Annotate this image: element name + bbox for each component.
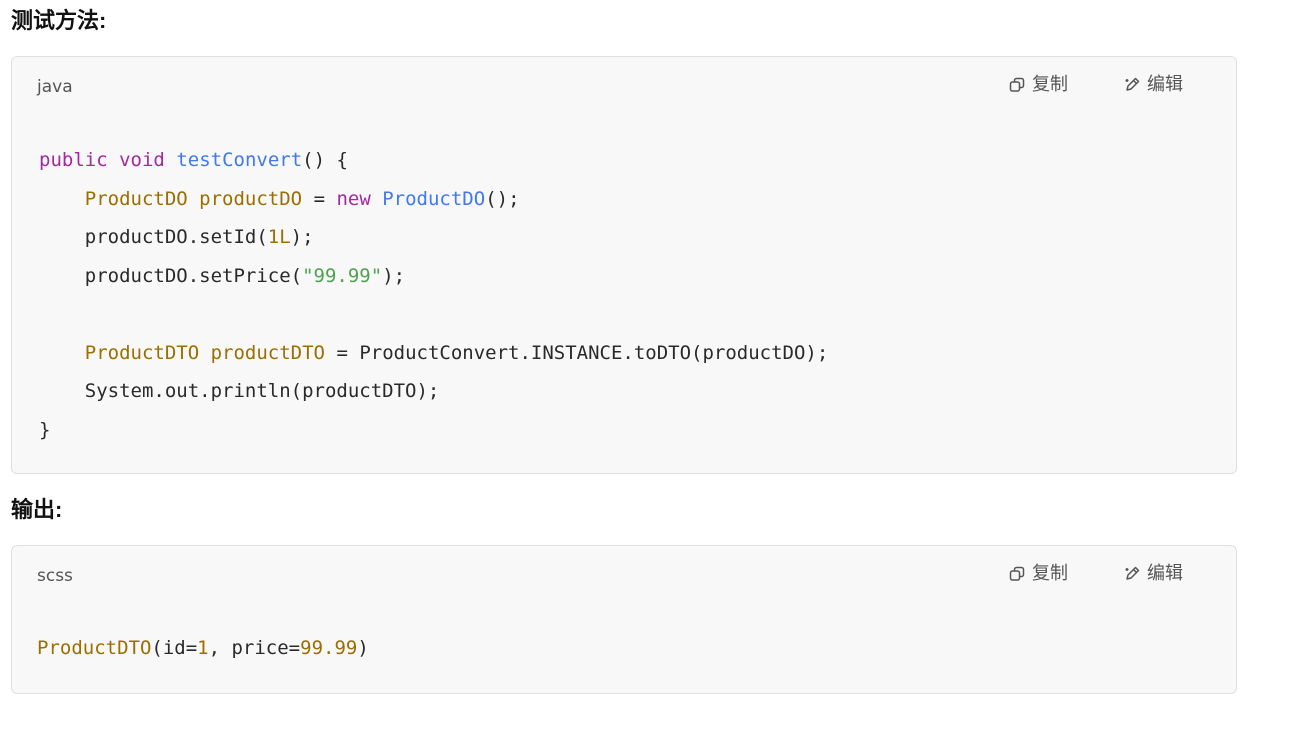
code-language-label: java: [37, 77, 73, 97]
code-token: 1L: [267, 226, 291, 248]
code-token: new: [336, 187, 371, 210]
code-token: 99.99: [300, 637, 358, 659]
section-heading-output: 输出:: [11, 497, 63, 522]
copy-code-button[interactable]: 复制: [1008, 72, 1068, 98]
copy-label: 复制: [1032, 563, 1068, 584]
code-token: "99.99": [302, 264, 383, 287]
code-token: 1: [197, 637, 209, 659]
edit-code-button[interactable]: 编辑: [1123, 561, 1183, 587]
code-token: }: [39, 418, 51, 441]
edit-label: 编辑: [1147, 563, 1183, 584]
edit-pencil-icon: [1123, 76, 1141, 94]
code-line: }: [39, 411, 828, 450]
code-token: testConvert: [176, 149, 303, 171]
code-token: ): [357, 637, 369, 659]
code-language-label: scss: [37, 566, 73, 586]
code-token: ProductDTO: [37, 637, 152, 659]
copy-label: 复制: [1032, 74, 1068, 95]
copy-icon: [1008, 76, 1026, 94]
code-token: productDO.setPrice(: [39, 264, 303, 287]
code-block-java: java 复制 编辑 public void testConvert() {P…: [11, 56, 1237, 474]
code-content: public void testConvert() { ProductDO pr…: [39, 141, 828, 449]
code-line: System.out.println(productDTO);: [39, 372, 828, 411]
code-token: () {: [302, 149, 348, 171]
code-block-scss: scss 复制 编辑 ProductDTO(id=1, price=99.99): [11, 545, 1237, 694]
code-token: void: [119, 149, 165, 171]
edit-pencil-icon: [1123, 565, 1141, 583]
code-line: ProductDTO productDTO = ProductConvert.I…: [39, 334, 829, 373]
copy-code-button[interactable]: 复制: [1008, 561, 1068, 587]
code-token: (id=: [151, 637, 198, 659]
edit-label: 编辑: [1147, 74, 1183, 95]
code-line: productDO.setId(1L);: [39, 218, 828, 257]
code-line: ProductDTO(id=1, price=99.99): [37, 629, 369, 668]
code-token: ProductDTO: [84, 341, 200, 364]
code-token: ProductDO: [382, 187, 486, 210]
code-token: System.out.println(productDTO);: [39, 380, 440, 402]
code-token: , price=: [208, 637, 301, 659]
code-token: productDTO: [210, 341, 325, 364]
code-token: ProductDO: [84, 187, 188, 210]
code-token: = ProductConvert.INSTANCE.toDTO(productD…: [325, 341, 829, 364]
edit-code-button[interactable]: 编辑: [1123, 72, 1183, 98]
code-line: ProductDO productDO = new ProductDO();: [39, 180, 828, 219]
code-token: public: [39, 149, 108, 171]
code-token: ();: [485, 187, 520, 210]
code-line: productDO.setPrice("99.99");: [39, 257, 828, 296]
code-token: productDO.setId(: [39, 226, 268, 248]
code-token: =: [302, 187, 337, 210]
code-block-header: scss 复制 编辑: [12, 546, 1236, 606]
code-content: ProductDTO(id=1, price=99.99): [37, 629, 369, 668]
copy-icon: [1008, 565, 1026, 583]
code-block-header: java 复制 编辑: [12, 57, 1236, 117]
code-line: public void testConvert() {: [39, 141, 828, 180]
chat-response-page: 测试方法: java 复制 编辑 public void testConvert…: [0, 0, 1291, 731]
code-token: productDO: [199, 187, 303, 210]
section-heading-test-method: 测试方法:: [11, 8, 107, 33]
code-token: );: [382, 264, 406, 287]
code-token: );: [290, 226, 314, 248]
